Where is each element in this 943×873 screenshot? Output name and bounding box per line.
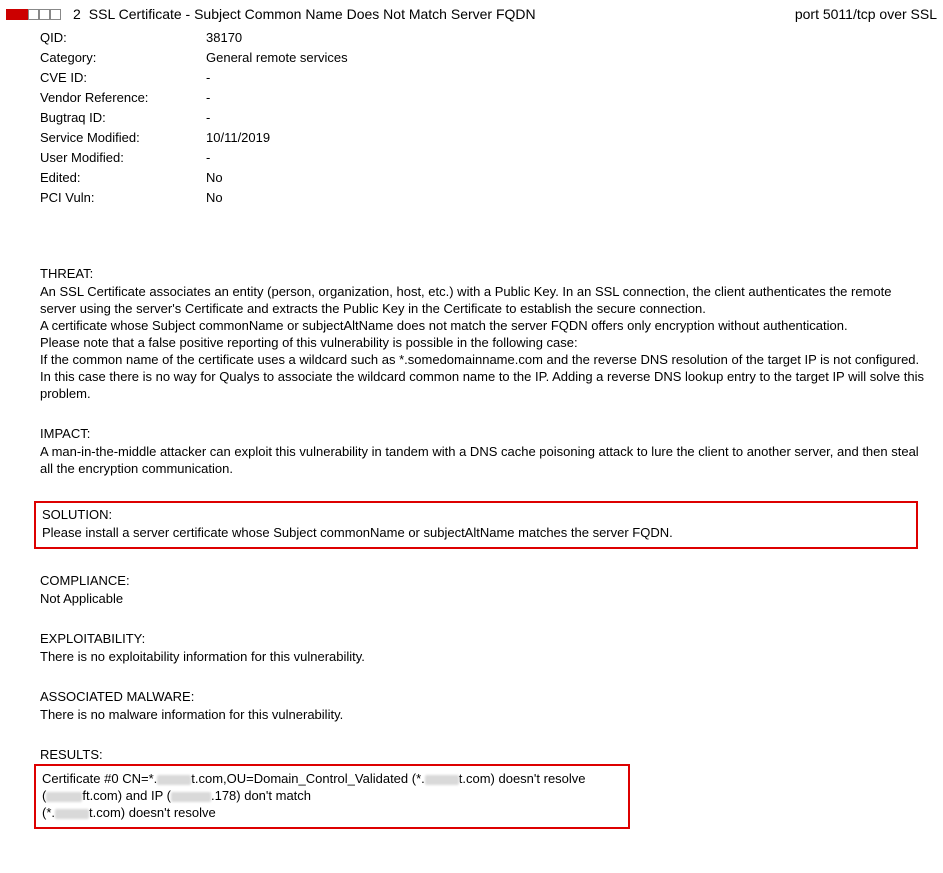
- results-text: (*.: [42, 805, 55, 820]
- redacted-text: [157, 775, 191, 785]
- results-text: Certificate #0 CN=*.: [42, 771, 157, 786]
- redacted-text: [171, 792, 211, 802]
- severity-box: [17, 9, 28, 20]
- section-heading: THREAT:: [40, 266, 931, 281]
- section-body: A man-in-the-middle attacker can exploit…: [40, 443, 931, 477]
- detail-row: Category:General remote services: [40, 48, 937, 68]
- severity-box: [6, 9, 17, 20]
- redacted-text: [46, 792, 82, 802]
- severity-indicator: [6, 9, 61, 20]
- detail-row: User Modified:-: [40, 148, 937, 168]
- detail-row: Service Modified:10/11/2019: [40, 128, 937, 148]
- results-body: Certificate #0 CN=*. t.com,OU=Domain_Cont…: [42, 770, 622, 821]
- section-body: Not Applicable: [40, 590, 931, 607]
- compliance-section: COMPLIANCE: Not Applicable: [40, 573, 931, 607]
- results-text: .178) don't match: [211, 788, 311, 803]
- detail-label: Category:: [40, 48, 206, 68]
- solution-section: SOLUTION: Please install a server certif…: [34, 501, 918, 549]
- severity-box: [50, 9, 61, 20]
- detail-label: QID:: [40, 28, 206, 48]
- vuln-title: SSL Certificate - Subject Common Name Do…: [89, 6, 787, 22]
- detail-value: No: [206, 168, 223, 188]
- detail-label: Edited:: [40, 168, 206, 188]
- detail-value: -: [206, 88, 210, 108]
- detail-value: 10/11/2019: [206, 128, 270, 148]
- severity-box: [39, 9, 50, 20]
- threat-p2: A certificate whose Subject commonName o…: [40, 318, 848, 333]
- section-heading: ASSOCIATED MALWARE:: [40, 689, 931, 704]
- section-body: An SSL Certificate associates an entity …: [40, 283, 931, 402]
- malware-section: ASSOCIATED MALWARE: There is no malware …: [40, 689, 931, 723]
- section-heading: COMPLIANCE:: [40, 573, 931, 588]
- detail-row: PCI Vuln:No: [40, 188, 937, 208]
- detail-value: -: [206, 68, 210, 88]
- section-heading: RESULTS:: [40, 747, 931, 762]
- severity-number: 2: [73, 6, 81, 22]
- detail-row: Vendor Reference:-: [40, 88, 937, 108]
- redacted-text: [425, 775, 459, 785]
- detail-value: -: [206, 108, 210, 128]
- results-section: Certificate #0 CN=*. t.com,OU=Domain_Cont…: [34, 764, 630, 829]
- detail-row: Bugtraq ID:-: [40, 108, 937, 128]
- detail-row: QID:38170: [40, 28, 937, 48]
- vuln-header: 2 SSL Certificate - Subject Common Name …: [6, 6, 937, 22]
- details-table: QID:38170 Category:General remote servic…: [40, 28, 937, 208]
- severity-box: [28, 9, 39, 20]
- detail-value: 38170: [206, 28, 242, 48]
- detail-value: General remote services: [206, 48, 348, 68]
- impact-section: IMPACT: A man-in-the-middle attacker can…: [40, 426, 931, 477]
- section-heading: EXPLOITABILITY:: [40, 631, 931, 646]
- section-heading: SOLUTION:: [42, 507, 910, 522]
- threat-p3: Please note that a false positive report…: [40, 335, 578, 350]
- detail-row: Edited:No: [40, 168, 937, 188]
- section-body: There is no malware information for this…: [40, 706, 931, 723]
- redacted-text: [55, 809, 89, 819]
- detail-label: Vendor Reference:: [40, 88, 206, 108]
- section-heading: IMPACT:: [40, 426, 931, 441]
- port-info: port 5011/tcp over SSL: [795, 6, 937, 22]
- section-body: There is no exploitability information f…: [40, 648, 931, 665]
- detail-label: Bugtraq ID:: [40, 108, 206, 128]
- detail-label: Service Modified:: [40, 128, 206, 148]
- results-heading-section: RESULTS:: [40, 747, 931, 762]
- detail-label: User Modified:: [40, 148, 206, 168]
- detail-label: PCI Vuln:: [40, 188, 206, 208]
- threat-p1: An SSL Certificate associates an entity …: [40, 284, 892, 316]
- results-text: t.com,OU=Domain_Control_Validated (*.: [191, 771, 425, 786]
- detail-value: No: [206, 188, 223, 208]
- threat-p4: If the common name of the certificate us…: [40, 352, 924, 401]
- threat-section: THREAT: An SSL Certificate associates an…: [40, 266, 931, 402]
- detail-label: CVE ID:: [40, 68, 206, 88]
- results-text: t.com) doesn't resolve: [459, 771, 586, 786]
- detail-row: CVE ID:-: [40, 68, 937, 88]
- section-body: Please install a server certificate whos…: [42, 524, 910, 541]
- detail-value: -: [206, 148, 210, 168]
- exploitability-section: EXPLOITABILITY: There is no exploitabili…: [40, 631, 931, 665]
- results-text: t.com) doesn't resolve: [89, 805, 216, 820]
- results-text: ft.com) and IP (: [82, 788, 171, 803]
